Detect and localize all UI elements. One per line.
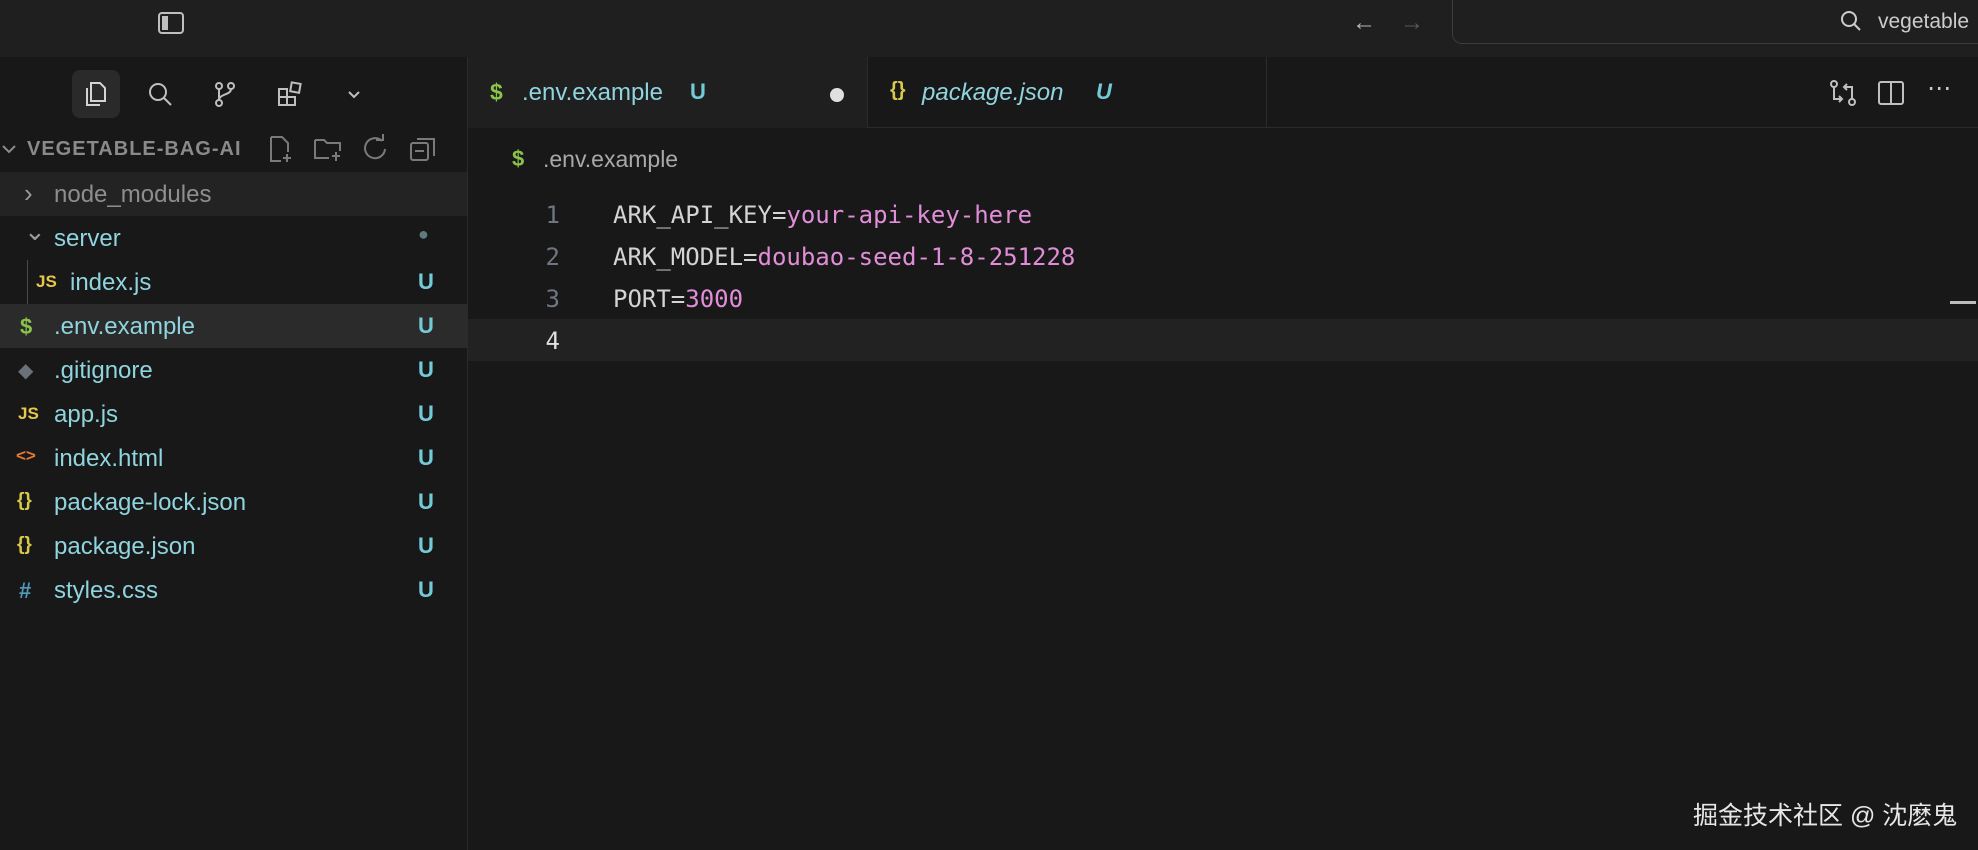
tree-item-server[interactable]: ⌄ server ● bbox=[0, 216, 467, 260]
tree-item-index-html[interactable]: <> index.html U bbox=[0, 436, 467, 480]
project-title: VEGETABLE-BAG-AI bbox=[27, 138, 242, 160]
env-value: doubao-seed-1-8-251228 bbox=[757, 243, 1076, 271]
tree-item-label: .gitignore bbox=[54, 357, 153, 384]
chevron-down-icon[interactable] bbox=[330, 70, 378, 118]
refresh-icon[interactable] bbox=[360, 134, 390, 164]
arrow-left-icon[interactable]: ← bbox=[1348, 8, 1380, 38]
tab-env-example[interactable]: $ .env.example U bbox=[468, 57, 868, 128]
tab-label: package.json bbox=[922, 79, 1064, 106]
untracked-badge: U bbox=[690, 79, 706, 104]
code-line[interactable]: 1 ARK_API_KEY=your-api-key-here bbox=[468, 193, 1978, 235]
git-file-icon: ◆ bbox=[18, 360, 34, 382]
search-icon[interactable] bbox=[136, 70, 184, 118]
collapse-all-icon[interactable] bbox=[408, 134, 438, 164]
json-file-icon: {} bbox=[17, 534, 32, 555]
arrow-right-icon[interactable]: → bbox=[1396, 8, 1428, 38]
json-file-icon: {} bbox=[17, 490, 32, 511]
tree-item-env-example[interactable]: $ .env.example U bbox=[0, 304, 467, 348]
chevron-right-icon: › bbox=[24, 178, 33, 208]
untracked-badge: U bbox=[418, 357, 434, 382]
untracked-badge: U bbox=[1096, 79, 1112, 104]
new-file-icon[interactable] bbox=[265, 134, 295, 164]
env-value: your-api-key-here bbox=[786, 201, 1033, 229]
tree-item-label: package.json bbox=[54, 533, 196, 560]
tree-item-label: .env.example bbox=[54, 313, 195, 340]
line-number: 3 bbox=[545, 285, 560, 313]
untracked-badge: U bbox=[418, 401, 434, 426]
untracked-badge: U bbox=[418, 313, 434, 338]
tree-item-index-js[interactable]: JS index.js U bbox=[0, 260, 467, 304]
javascript-file-icon: JS bbox=[18, 404, 39, 423]
tree-item-label: package-lock.json bbox=[54, 489, 247, 516]
line-number: 4 bbox=[545, 327, 560, 355]
untracked-badge: U bbox=[418, 577, 434, 602]
tree-item-label: index.html bbox=[54, 445, 164, 472]
env-key: ARK_MODEL= bbox=[613, 243, 758, 271]
line-number: 2 bbox=[545, 243, 560, 271]
env-file-icon: $ bbox=[490, 79, 503, 105]
unsaved-dot-icon[interactable] bbox=[830, 88, 844, 102]
code-line[interactable]: 2 ARK_MODEL=doubao-seed-1-8-251228 bbox=[468, 235, 1978, 277]
javascript-file-icon: JS bbox=[36, 272, 57, 291]
tree-item-label: app.js bbox=[54, 401, 119, 428]
untracked-badge: U bbox=[418, 269, 434, 294]
search-text[interactable]: vegetable bbox=[1878, 10, 1969, 34]
split-editor-icon[interactable] bbox=[1874, 76, 1908, 110]
env-file-icon: $ bbox=[20, 314, 33, 339]
compare-changes-icon[interactable] bbox=[1826, 76, 1860, 110]
explorer-icon[interactable] bbox=[72, 70, 120, 118]
env-value: 3000 bbox=[685, 285, 744, 313]
tree-item-package-lock-json[interactable]: {} package-lock.json U bbox=[0, 480, 467, 524]
tab-label: .env.example bbox=[522, 79, 663, 106]
code-text[interactable]: ARK_API_KEY=your-api-key-here bbox=[613, 201, 1032, 229]
modified-dot-badge: ● bbox=[418, 224, 429, 244]
css-file-icon: # bbox=[19, 578, 32, 603]
code-text[interactable]: ARK_MODEL=doubao-seed-1-8-251228 bbox=[613, 243, 1075, 271]
env-file-icon[interactable]: $ bbox=[512, 146, 524, 172]
extensions-icon[interactable] bbox=[266, 70, 314, 118]
chevron-down-icon: ⌄ bbox=[24, 216, 46, 246]
tree-item-gitignore[interactable]: ◆ .gitignore U bbox=[0, 348, 467, 392]
untracked-badge: U bbox=[418, 445, 434, 470]
indent-guide bbox=[27, 260, 28, 304]
tree-item-package-json[interactable]: {} package.json U bbox=[0, 524, 467, 568]
tree-item-label: server bbox=[54, 225, 121, 252]
json-file-icon: {} bbox=[890, 79, 906, 101]
env-key: PORT= bbox=[613, 285, 686, 313]
tree-item-styles-css[interactable]: # styles.css U bbox=[0, 568, 467, 612]
more-actions-icon[interactable]: ⋯ bbox=[1922, 76, 1956, 110]
code-text[interactable]: PORT=3000 bbox=[613, 285, 743, 313]
source-control-icon[interactable] bbox=[201, 70, 249, 118]
untracked-badge: U bbox=[418, 489, 434, 514]
tree-item-label: styles.css bbox=[54, 577, 159, 604]
tree-item-node-modules[interactable]: › node_modules bbox=[0, 172, 467, 216]
search-icon[interactable] bbox=[1840, 10, 1862, 32]
watermark: 掘金技术社区 @ 沈麽鬼 bbox=[1693, 802, 1958, 830]
layout-sidebar-icon[interactable] bbox=[158, 12, 184, 34]
code-line-current[interactable]: 4 bbox=[468, 319, 1978, 361]
line-number: 1 bbox=[545, 201, 560, 229]
tree-item-label: index.js bbox=[70, 269, 152, 296]
chevron-down-icon[interactable] bbox=[0, 140, 18, 158]
tree-item-app-js[interactable]: JS app.js U bbox=[0, 392, 467, 436]
tree-item-label: node_modules bbox=[54, 181, 212, 208]
overview-ruler-marker bbox=[1950, 301, 1976, 304]
code-line[interactable]: 3 PORT=3000 bbox=[468, 277, 1978, 319]
tab-package-json[interactable]: {} package.json U bbox=[868, 57, 1267, 127]
untracked-badge: U bbox=[418, 533, 434, 558]
env-key: ARK_API_KEY= bbox=[613, 201, 787, 229]
new-folder-icon[interactable] bbox=[313, 134, 343, 164]
breadcrumb[interactable]: .env.example bbox=[543, 146, 678, 173]
html-file-icon: <> bbox=[16, 446, 36, 465]
